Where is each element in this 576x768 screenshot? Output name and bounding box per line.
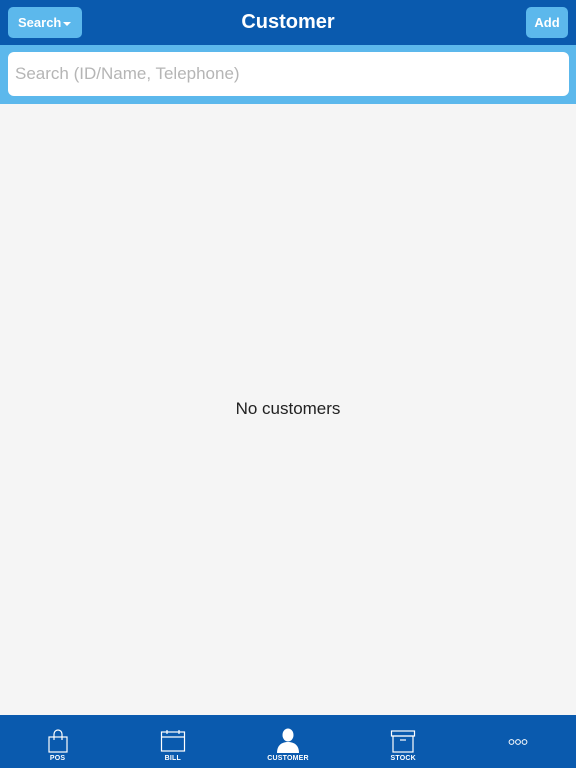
more-dots-icon	[508, 733, 528, 751]
tab-pos[interactable]: POS	[0, 715, 115, 768]
tab-label: BILL	[164, 755, 181, 762]
add-customer-button[interactable]: Add	[526, 7, 568, 38]
search-bar	[0, 45, 576, 104]
empty-state-message: No customers	[235, 399, 341, 418]
caret-down-icon	[63, 22, 71, 26]
tab-stock[interactable]: STOCK	[346, 715, 461, 768]
tab-label: POS	[49, 755, 66, 762]
tab-label: CUSTOMER	[267, 755, 309, 762]
search-mode-button[interactable]: Search	[8, 7, 82, 38]
customer-list: No customers	[0, 104, 576, 715]
tab-more[interactable]	[461, 715, 576, 768]
search-mode-label: Search	[18, 15, 62, 30]
shopping-bag-icon	[44, 727, 72, 753]
tab-bill[interactable]: BILL	[115, 715, 230, 768]
person-icon	[274, 727, 302, 753]
calendar-icon	[159, 727, 187, 753]
page-title: Customer	[241, 11, 335, 33]
top-navigation-bar: Search Customer Add	[0, 0, 576, 45]
tab-customer[interactable]: CUSTOMER	[230, 715, 345, 768]
bottom-tab-bar: POS BILL CUSTOMER STOCK	[0, 715, 576, 768]
customer-screen: Search Customer Add No customers POS	[0, 0, 576, 768]
search-input[interactable]	[8, 52, 569, 96]
tab-label: STOCK	[390, 755, 416, 762]
archive-box-icon	[389, 727, 417, 753]
